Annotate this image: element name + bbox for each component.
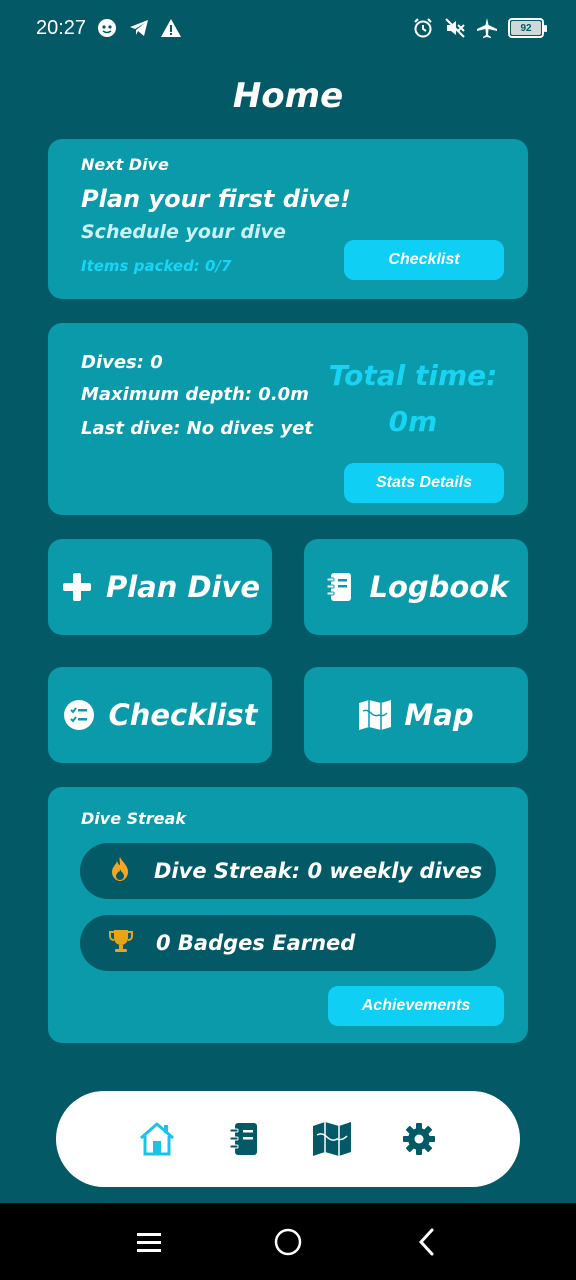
next-dive-card[interactable]: Next Dive Plan your first dive! Schedule… [48,139,528,299]
status-bar: 20:27 92 [0,0,576,56]
battery-level: 92 [511,21,541,35]
back-icon[interactable] [407,1222,447,1262]
map-button[interactable]: Map [304,667,528,763]
status-time: 20:27 [36,16,87,39]
page-title: Home [232,76,344,116]
map-icon [358,698,392,732]
logbook-label: Logbook [369,570,509,604]
items-packed-text: Items packed: 0/7 [81,257,232,275]
home-icon[interactable] [137,1119,177,1159]
recent-apps-icon[interactable] [129,1222,169,1262]
dive-streak-card: Dive Streak Dive Streak: 0 weekly dives … [48,787,528,1043]
achievements-button[interactable]: Achievements [328,986,504,1026]
badges-text: 0 Badges Earned [156,931,356,955]
logbook-icon [323,570,357,604]
checklist-action-button[interactable]: Checklist [48,667,272,763]
total-time-value: 0m [388,405,438,438]
logbook-icon[interactable] [224,1119,264,1159]
status-right: 92 [412,17,547,39]
home-button-icon[interactable] [268,1222,308,1262]
map-label: Map [404,698,474,732]
max-depth: Maximum depth: 0.0m [81,384,309,405]
map-icon[interactable] [312,1119,352,1159]
next-dive-title: Plan your first dive! [81,185,351,213]
total-time-label: Total time: [328,359,498,392]
streak-text: Dive Streak: 0 weekly dives [154,859,483,883]
total-time: Total time: 0m [324,353,502,445]
airplane-mode-icon [476,17,498,39]
stats-card: Dives: 0 Maximum depth: 0.0m Last dive: … [48,323,528,515]
plan-dive-label: Plan Dive [105,570,261,604]
checklist-button[interactable]: Checklist [344,240,504,280]
dive-streak-label: Dive Streak [81,809,186,828]
flame-icon [108,856,132,887]
system-nav-bar [0,1203,576,1280]
gear-icon[interactable] [399,1119,439,1159]
plus-icon [60,570,94,604]
logbook-button[interactable]: Logbook [304,539,528,635]
trophy-icon [108,928,134,959]
plan-dive-button[interactable]: Plan Dive [48,539,272,635]
last-dive: Last dive: No dives yet [81,418,313,439]
battery-icon: 92 [508,18,547,38]
streak-row: Dive Streak: 0 weekly dives [80,843,496,899]
next-dive-subtitle: Schedule your dive [81,221,286,243]
mute-icon [444,17,466,39]
app-notification-icon [96,17,118,39]
warning-icon [160,17,182,39]
dives-count: Dives: 0 [81,352,163,373]
status-left: 20:27 [36,17,182,40]
alarm-icon [412,17,434,39]
bottom-nav [56,1091,520,1187]
next-dive-label: Next Dive [81,155,169,174]
checklist-icon [62,698,96,732]
badges-row: 0 Badges Earned [80,915,496,971]
checklist-action-label: Checklist [108,698,258,732]
stats-details-button[interactable]: Stats Details [344,463,504,503]
telegram-icon [128,17,150,39]
